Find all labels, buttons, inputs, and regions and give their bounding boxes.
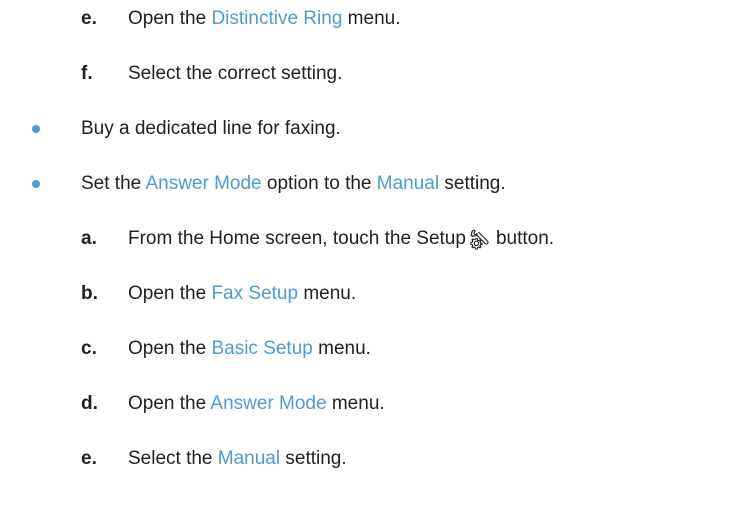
- step-letter: e.: [81, 448, 97, 469]
- step-text: Open the Answer Mode menu.: [128, 393, 385, 415]
- step-text: From the Home screen, touch the Setup bu…: [128, 228, 554, 250]
- step-text-after: button.: [495, 228, 555, 249]
- menu-name-basic-setup: Basic Setup: [211, 338, 313, 359]
- option-name-answer-mode: Answer Mode: [145, 173, 262, 194]
- step-text-after: setting.: [280, 448, 347, 469]
- bullet-dot-icon: [32, 125, 40, 133]
- step-text-before: Open the: [128, 338, 212, 359]
- step-letter: a.: [81, 228, 97, 249]
- step-text: Open the Fax Setup menu.: [128, 283, 356, 305]
- step-text-after: menu.: [342, 8, 401, 29]
- setting-name-manual: Manual: [217, 448, 281, 469]
- step-text-before: Open the: [128, 393, 211, 414]
- bullet-dot-icon: [32, 180, 40, 188]
- step-text-before: Select the: [128, 448, 218, 469]
- step-text: Open the Basic Setup menu.: [128, 338, 371, 360]
- step-text-before: From the Home screen, touch the Setup: [128, 228, 466, 249]
- menu-name-answer-mode: Answer Mode: [210, 393, 327, 414]
- bullet-text: Buy a dedicated line for faxing.: [81, 118, 341, 139]
- step-text: Open the Distinctive Ring menu.: [128, 8, 400, 30]
- bullet-text-part3: setting.: [439, 173, 506, 194]
- menu-name-distinctive-ring: Distinctive Ring: [211, 8, 343, 29]
- step-letter: d.: [81, 393, 98, 414]
- step-letter: e.: [81, 8, 97, 29]
- step-text-before: Open the: [128, 8, 212, 29]
- step-text-after: menu.: [298, 283, 357, 304]
- step-text-before: Open the: [128, 283, 212, 304]
- setup-wrench-gear-icon: [468, 228, 494, 250]
- bullet-text-part2: option to the: [261, 173, 377, 194]
- step-text-after: menu.: [312, 338, 371, 359]
- bullet-text-part1: Set the: [81, 173, 146, 194]
- menu-name-fax-setup: Fax Setup: [211, 283, 299, 304]
- step-letter: f.: [81, 63, 93, 84]
- bullet-text: Set the Answer Mode option to the Manual…: [81, 173, 506, 195]
- step-text: Select the Manual setting.: [128, 448, 347, 470]
- step-text: Select the correct setting.: [128, 63, 343, 84]
- setting-name-manual: Manual: [376, 173, 440, 194]
- step-letter: b.: [81, 283, 98, 304]
- step-text-after: menu.: [326, 393, 385, 414]
- step-letter: c.: [81, 338, 97, 359]
